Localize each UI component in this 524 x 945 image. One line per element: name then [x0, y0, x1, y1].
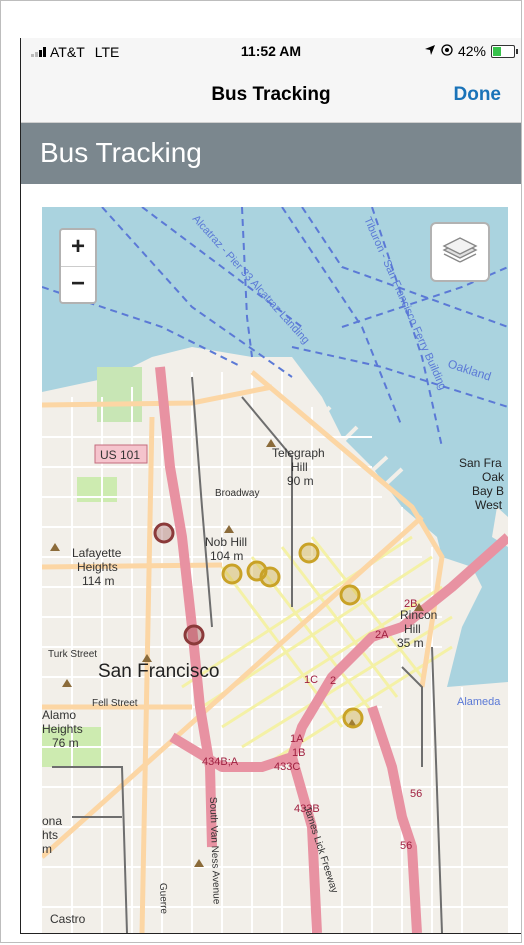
map-label-sf-oakland-bridge: San Fra	[459, 456, 502, 470]
map-label-sf: San Francisco	[98, 661, 219, 682]
zoom-in-button[interactable]: +	[61, 230, 95, 267]
map-label-route-56a: 56	[410, 788, 422, 800]
park	[97, 367, 142, 422]
zoom-out-button[interactable]: −	[61, 267, 95, 303]
map-label-route-1c: 1C	[304, 674, 318, 686]
zoom-control: + −	[59, 228, 97, 304]
bus-marker	[342, 707, 364, 729]
map-label-alamo2: Heights	[42, 722, 83, 736]
status-right: 42%	[424, 43, 518, 59]
layers-button[interactable]	[430, 222, 490, 282]
map-label-broadway: Broadway	[215, 488, 259, 499]
map-label-route-2b: 2B	[404, 598, 417, 610]
map-label-rincon-elev: 35 m	[397, 636, 424, 650]
map-label-route-1a: 1A	[290, 733, 304, 745]
map-label-alameda: Alameda	[457, 696, 501, 708]
map-label-route-433c: 433C	[274, 761, 300, 773]
map-label-alamo: Alamo	[42, 708, 76, 722]
map-label-telegraph-elev: 90 m	[287, 474, 314, 488]
bus-marker-alt	[183, 624, 205, 646]
bus-marker	[339, 584, 361, 606]
map-label-route-1b: 1B	[292, 747, 305, 759]
page-title: Bus Tracking	[40, 137, 202, 168]
done-button[interactable]: Done	[454, 84, 502, 106]
battery-percent: 42%	[457, 43, 486, 59]
park	[77, 477, 117, 502]
map-label-sf-oakland-bridge3: Bay B	[472, 484, 504, 498]
map-label-telegraph2: Hill	[291, 460, 308, 474]
map-tiles: Alcatraz - Pier 33 Alcatraz Landing Tibu…	[42, 207, 508, 933]
layers-icon	[442, 237, 478, 263]
status-bar: AT&T LTE 11:52 AM 42%	[21, 38, 521, 64]
page-header: Bus Tracking	[21, 123, 521, 184]
map-label-rincon2: Hill	[404, 622, 421, 636]
map-label-nob-hill-elev: 104 m	[210, 549, 243, 563]
map-label-guerrero: Guerre	[157, 883, 169, 915]
alarm-lock-icon	[441, 43, 453, 59]
map-label-m: m	[42, 842, 52, 856]
map-label-hts: hts	[42, 828, 58, 842]
map-label-us101: US 101	[100, 448, 140, 462]
map-label-lafayette: Lafayette	[72, 546, 122, 560]
map-label-sf-oakland-bridge2: Oak	[482, 470, 505, 484]
map-label-sf-oakland-bridge4: West	[475, 498, 503, 512]
map-label-lafayette2: Heights	[77, 560, 118, 574]
map-label-route-434ba: 434B;A	[202, 756, 239, 768]
map-label-route-2a: 2A	[375, 629, 389, 641]
nav-title: Bus Tracking	[211, 84, 331, 105]
map-label-nob-hill: Nob Hill	[205, 535, 247, 549]
bus-marker	[298, 542, 320, 564]
map-label-route-56b: 56	[400, 840, 412, 852]
bus-marker	[259, 566, 281, 588]
map-label-route-2: 2	[330, 675, 336, 687]
map-label-telegraph: Telegraph	[272, 446, 325, 460]
bus-marker-alt	[153, 522, 175, 544]
page-content: Alcatraz - Pier 33 Alcatraz Landing Tibu…	[21, 184, 521, 933]
location-arrow-icon	[424, 43, 436, 59]
map-label-castro: Castro	[50, 912, 86, 926]
bus-marker	[221, 563, 243, 585]
map-label-lafayette-elev: 114 m	[82, 574, 114, 588]
map-label-ona: ona	[42, 814, 62, 828]
navigation-bar: Bus Tracking Done	[21, 64, 521, 123]
map-label-fell: Fell Street	[92, 698, 138, 709]
battery-icon	[491, 44, 518, 58]
bus-map[interactable]: Alcatraz - Pier 33 Alcatraz Landing Tibu…	[42, 207, 508, 933]
map-label-turk: Turk Street	[48, 649, 97, 660]
phone-screen: AT&T LTE 11:52 AM 42% Bus Tracking Done …	[20, 38, 521, 934]
map-label-alamo-elev: 76 m	[52, 736, 79, 750]
